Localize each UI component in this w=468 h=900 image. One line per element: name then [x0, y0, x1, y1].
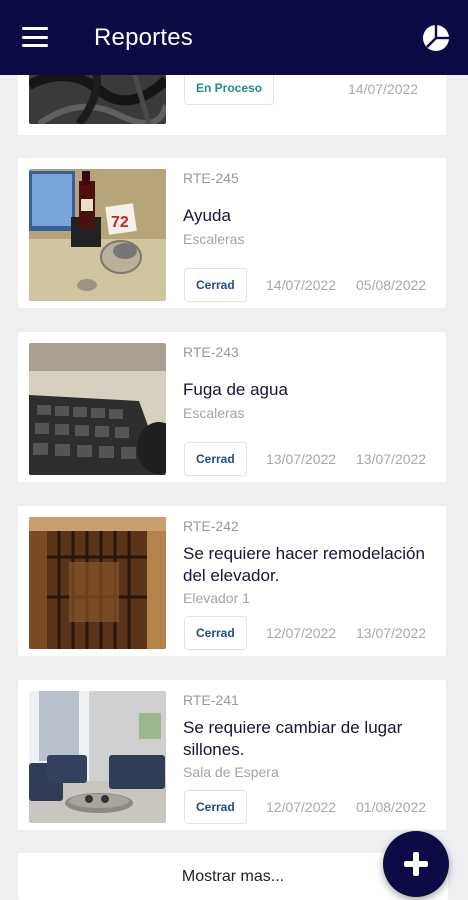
- page-title: Reportes: [94, 24, 193, 51]
- report-title: Se requiere hacer remodelación del eleva…: [183, 544, 425, 585]
- menu-icon[interactable]: [22, 27, 48, 47]
- status-badge: Cerrad: [184, 268, 247, 302]
- price-tag-text: 72: [111, 214, 129, 231]
- report-code: RTE-242: [183, 518, 239, 534]
- report-end-date: 13/07/2022: [356, 625, 427, 641]
- report-code: RTE-243: [183, 344, 239, 360]
- report-end-date: 05/08/2022: [356, 277, 427, 293]
- report-location: Escaleras: [183, 405, 245, 421]
- report-title: Se requiere cambiar de lugar sillones.: [183, 718, 403, 759]
- report-code: RTE-245: [183, 170, 239, 186]
- report-start-date: 12/07/2022: [266, 799, 337, 815]
- app-bar: Reportes: [0, 0, 468, 75]
- report-thumbnail: [29, 517, 166, 649]
- report-card[interactable]: 72 RTE-245 Ayuda Escaleras Cerrad 14/07/…: [18, 158, 446, 308]
- report-start-date: 13/07/2022: [266, 451, 337, 467]
- report-card[interactable]: RTE-242 Se requiere hacer remodelación d…: [18, 506, 446, 656]
- status-badge: Cerrad: [184, 790, 247, 824]
- pie-chart-icon[interactable]: [422, 24, 450, 52]
- report-start-date: 12/07/2022: [266, 625, 337, 641]
- report-code: RTE-241: [183, 692, 239, 708]
- report-location: Escaleras: [183, 231, 245, 247]
- status-badge: Cerrad: [184, 442, 247, 476]
- report-card[interactable]: RTE-241 Se requiere cambiar de lugar sil…: [18, 680, 446, 830]
- report-end-date: 01/08/2022: [356, 799, 427, 815]
- report-thumbnail: 72: [29, 169, 166, 301]
- report-card[interactable]: RTE-243 Fuga de agua Escaleras Cerrad 13…: [18, 332, 446, 482]
- report-title: Fuga de agua: [183, 380, 288, 399]
- report-date: 14/07/2022: [348, 81, 419, 97]
- status-badge: Cerrad: [184, 616, 247, 650]
- report-thumbnail: [29, 343, 166, 475]
- report-thumbnail: [29, 691, 166, 823]
- report-title: Ayuda: [183, 206, 231, 225]
- plus-icon: [404, 852, 428, 876]
- report-location: Elevador 1: [183, 590, 250, 606]
- report-start-date: 14/07/2022: [266, 277, 337, 293]
- status-badge: En Proceso: [184, 71, 275, 105]
- add-report-button[interactable]: [383, 831, 449, 897]
- report-end-date: 13/07/2022: [356, 451, 427, 467]
- report-location: Sala de Espera: [183, 764, 279, 780]
